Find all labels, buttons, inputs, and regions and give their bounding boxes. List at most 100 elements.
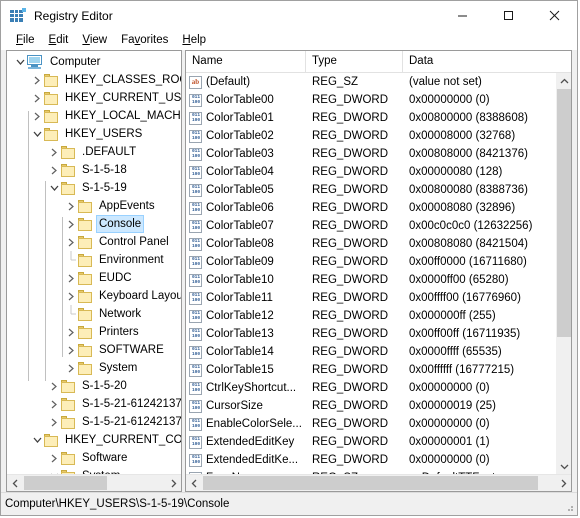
maximize-button[interactable]: [485, 1, 531, 30]
menu-item-help[interactable]: Help: [175, 33, 213, 48]
menu-item-view[interactable]: View: [75, 33, 114, 48]
minimize-button[interactable]: [439, 1, 485, 30]
value-row[interactable]: 011 100 ColorTable02 REG_DWORD 0x00008000 (3…: [186, 127, 555, 145]
list-scroll-down-arrow[interactable]: [556, 458, 571, 474]
tree-item-eudc[interactable]: EUDC: [7, 269, 181, 287]
value-row[interactable]: 011 100 ColorTable10 REG_DWORD 0x0000ff00 (6…: [186, 271, 555, 289]
tree-item-hkey-current-user[interactable]: HKEY_CURRENT_USER: [7, 89, 181, 107]
list-hscroll-thumb[interactable]: [203, 476, 538, 490]
chevron-down-icon[interactable]: [47, 179, 61, 197]
chevron-right-icon[interactable]: [64, 323, 78, 341]
tree-horizontal-scrollbar[interactable]: [7, 474, 181, 491]
value-row[interactable]: 011 100 ColorTable07 REG_DWORD 0x00c0c0c0 (1…: [186, 217, 555, 235]
tree-scroll-thumb[interactable]: [24, 476, 107, 490]
value-row[interactable]: ab (Default) REG_SZ (value not set): [186, 73, 555, 91]
folder-icon: [61, 145, 76, 159]
value-row[interactable]: 011 100 ColorTable15 REG_DWORD 0x00ffffff (1…: [186, 361, 555, 379]
chevron-right-icon[interactable]: [64, 197, 78, 215]
value-row[interactable]: 011 100 ColorTable08 REG_DWORD 0x00808080 (8…: [186, 235, 555, 253]
tree-item-hkey-users[interactable]: HKEY_USERS: [7, 125, 181, 143]
chevron-down-icon[interactable]: [30, 125, 44, 143]
resize-grip[interactable]: [564, 502, 574, 512]
list-horizontal-scrollbar[interactable]: [186, 474, 571, 491]
list-scroll-left-arrow[interactable]: [186, 475, 202, 491]
tree-item-console[interactable]: Console: [7, 215, 181, 233]
chevron-down-icon[interactable]: [30, 431, 44, 449]
tree-item-control-panel[interactable]: Control Panel: [7, 233, 181, 251]
list-scroll-up-arrow[interactable]: [556, 73, 571, 89]
value-row[interactable]: 011 100 ColorTable11 REG_DWORD 0x00ffff00 (1…: [186, 289, 555, 307]
menu-item-file[interactable]: File: [9, 33, 42, 48]
dword-value-icon: 011 100: [189, 417, 202, 431]
column-header-data[interactable]: Data: [403, 51, 571, 72]
chevron-right-icon[interactable]: [64, 359, 78, 377]
column-header-type[interactable]: Type: [306, 51, 403, 72]
tree-item-hkey-classes-root[interactable]: HKEY_CLASSES_ROOT: [7, 71, 181, 89]
list-scroll-thumb[interactable]: [557, 89, 571, 337]
tree-scroll-right-arrow[interactable]: [165, 475, 181, 491]
value-type-cell: REG_DWORD: [312, 112, 389, 124]
value-row[interactable]: 011 100 CursorSize REG_DWORD 0x00000019 (25): [186, 397, 555, 415]
value-row[interactable]: 011 100 ColorTable14 REG_DWORD 0x0000ffff (6…: [186, 343, 555, 361]
tree-item-s-1-5-19[interactable]: S-1-5-19: [7, 179, 181, 197]
tree-item-s-1-5-18[interactable]: S-1-5-18: [7, 161, 181, 179]
tree-item-appevents[interactable]: AppEvents: [7, 197, 181, 215]
value-data-cell: 0x0000ff00 (65280): [409, 274, 509, 286]
tree-item-computer[interactable]: Computer: [7, 53, 181, 71]
tree-item-s-1-5-21-612421373-2457[interactable]: S-1-5-21-612421373-2457: [7, 395, 181, 413]
value-row[interactable]: 011 100 ColorTable09 REG_DWORD 0x00ff0000 (1…: [186, 253, 555, 271]
tree-item-hkey-current-config[interactable]: HKEY_CURRENT_CONFIG: [7, 431, 181, 449]
tree-item-hkey-local-machine[interactable]: HKEY_LOCAL_MACHINE: [7, 107, 181, 125]
value-rows[interactable]: ab (Default) REG_SZ (value not set) 011 100 Co…: [186, 73, 555, 474]
value-row[interactable]: 011 100 ExtendedEditKey REG_DWORD 0x00000001…: [186, 433, 555, 451]
menu-item-edit[interactable]: Edit: [42, 33, 76, 48]
chevron-right-icon[interactable]: [64, 287, 78, 305]
list-vertical-scrollbar[interactable]: [555, 73, 571, 474]
menu-item-favorites[interactable]: Favorites: [114, 33, 175, 48]
chevron-right-icon[interactable]: [64, 215, 78, 233]
value-row[interactable]: 011 100 ExtendedEditKe... REG_DWORD 0x000000…: [186, 451, 555, 469]
chevron-down-icon[interactable]: [47, 467, 61, 474]
value-name-cell: 011 100 ColorTable01: [186, 109, 306, 127]
tree-item-software[interactable]: Software: [7, 449, 181, 467]
chevron-right-icon[interactable]: [47, 377, 61, 395]
chevron-right-icon[interactable]: [47, 395, 61, 413]
chevron-right-icon[interactable]: [47, 413, 61, 431]
value-row[interactable]: 011 100 ColorTable13 REG_DWORD 0x00ff00ff (1…: [186, 325, 555, 343]
value-row[interactable]: 011 100 EnableColorSele... REG_DWORD 0x00000…: [186, 415, 555, 433]
tree-item-environment[interactable]: Environment: [7, 251, 181, 269]
tree-item-software[interactable]: SOFTWARE: [7, 341, 181, 359]
value-row[interactable]: 011 100 ColorTable04 REG_DWORD 0x00000080 (1…: [186, 163, 555, 181]
value-row[interactable]: 011 100 ColorTable12 REG_DWORD 0x000000ff (2…: [186, 307, 555, 325]
close-button[interactable]: [531, 1, 577, 30]
value-row[interactable]: 011 100 ColorTable05 REG_DWORD 0x00800080 (8…: [186, 181, 555, 199]
value-row[interactable]: 011 100 CtrlKeyShortcut... REG_DWORD 0x00000…: [186, 379, 555, 397]
tree-item-default[interactable]: .DEFAULT: [7, 143, 181, 161]
value-row[interactable]: 011 100 ColorTable00 REG_DWORD 0x00000000 (0…: [186, 91, 555, 109]
registry-tree[interactable]: Computer HKEY_CLASSES_ROOT HKEY_CURRENT_US…: [7, 51, 181, 474]
tree-item-printers[interactable]: Printers: [7, 323, 181, 341]
tree-item-label: Environment: [99, 254, 164, 266]
chevron-right-icon[interactable]: [30, 71, 44, 89]
chevron-right-icon[interactable]: [64, 341, 78, 359]
tree-item-s-1-5-21-612421373-2457[interactable]: S-1-5-21-612421373-2457: [7, 413, 181, 431]
list-scroll-right-arrow[interactable]: [555, 475, 571, 491]
tree-item-keyboard-layout[interactable]: Keyboard Layout: [7, 287, 181, 305]
chevron-right-icon[interactable]: [47, 161, 61, 179]
value-row[interactable]: 011 100 ColorTable03 REG_DWORD 0x00808000 (8…: [186, 145, 555, 163]
column-header-name[interactable]: Name: [186, 51, 306, 72]
tree-item-system[interactable]: System: [7, 467, 181, 474]
chevron-down-icon[interactable]: [13, 53, 27, 71]
chevron-right-icon[interactable]: [64, 269, 78, 287]
value-row[interactable]: 011 100 ColorTable01 REG_DWORD 0x00800000 (8…: [186, 109, 555, 127]
chevron-right-icon[interactable]: [64, 233, 78, 251]
chevron-right-icon[interactable]: [30, 89, 44, 107]
chevron-right-icon[interactable]: [47, 143, 61, 161]
tree-scroll-left-arrow[interactable]: [7, 475, 23, 491]
tree-item-s-1-5-20[interactable]: S-1-5-20: [7, 377, 181, 395]
chevron-right-icon[interactable]: [30, 107, 44, 125]
value-row[interactable]: 011 100 ColorTable06 REG_DWORD 0x00008080 (3…: [186, 199, 555, 217]
tree-item-system[interactable]: System: [7, 359, 181, 377]
tree-item-network[interactable]: Network: [7, 305, 181, 323]
chevron-right-icon[interactable]: [47, 449, 61, 467]
